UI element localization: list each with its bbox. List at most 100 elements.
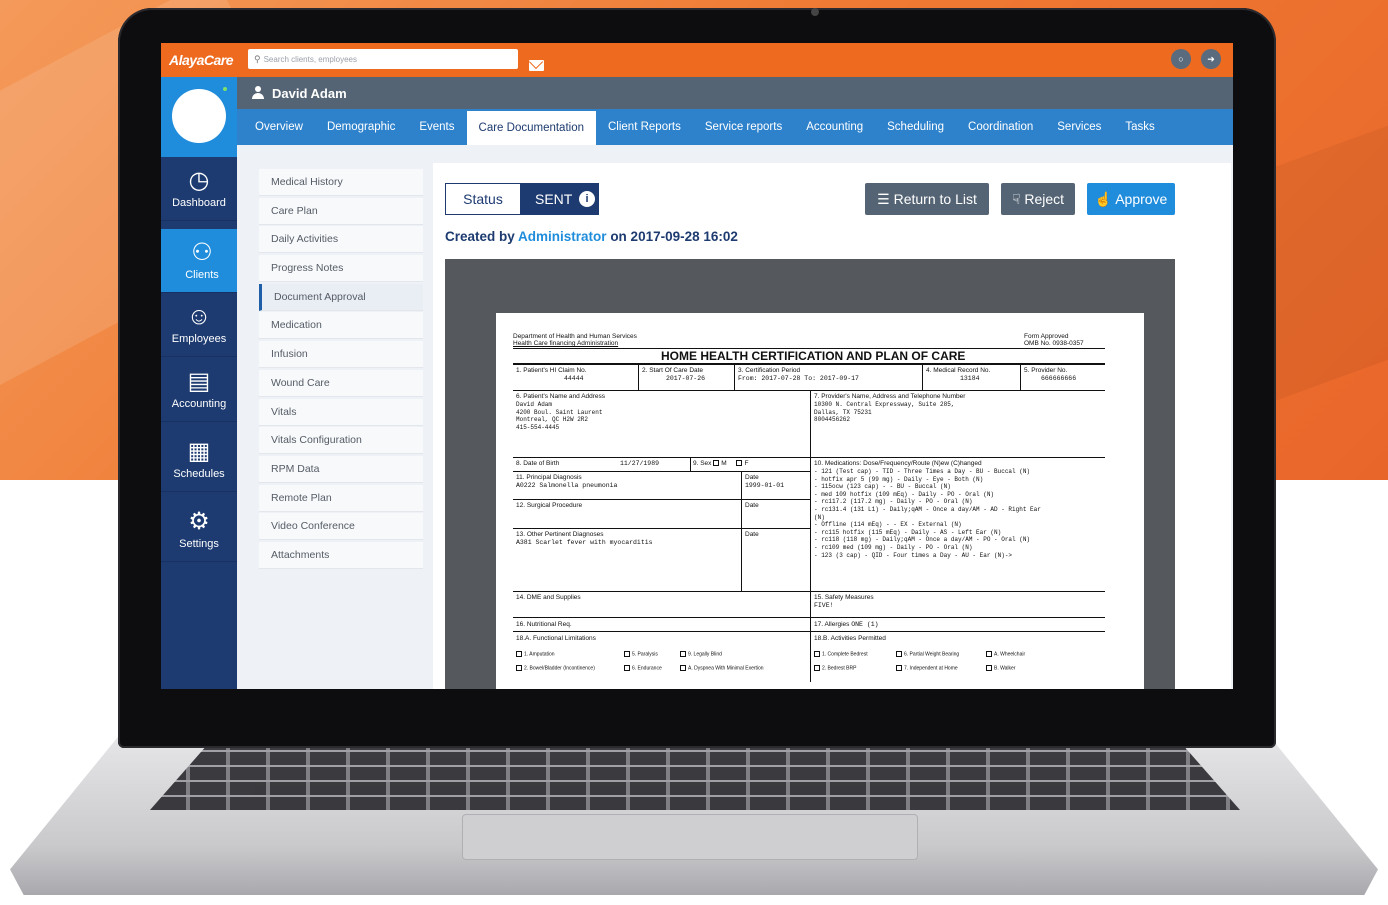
doc-f11-date-label: Date [745, 474, 759, 481]
return-to-list-button[interactable]: ☰ Return to List [865, 183, 989, 215]
submenu-vitals-configuration[interactable]: Vitals Configuration [259, 427, 423, 455]
messages-icon[interactable]: ○ [1171, 49, 1191, 69]
online-status-dot [223, 87, 227, 91]
nav-label: Accounting [171, 398, 227, 410]
submenu-daily-activities[interactable]: Daily Activities [259, 226, 423, 254]
client-header: David Adam [237, 77, 1233, 109]
tab-scheduling[interactable]: Scheduling [875, 109, 956, 145]
document-viewer[interactable]: Department of Health and Human Services … [445, 259, 1175, 689]
doc-f18b-text: 7. Independent at Home [904, 665, 958, 672]
tab-accounting[interactable]: Accounting [794, 109, 875, 145]
approve-label: Approve [1115, 191, 1168, 207]
reject-button[interactable]: ☟ Reject [1001, 183, 1075, 215]
info-icon[interactable]: i [579, 191, 595, 207]
nav-schedules[interactable]: ▦ Schedules [161, 428, 237, 492]
submenu-document-approval[interactable]: Document Approval [259, 283, 423, 311]
doc-rule [513, 499, 810, 500]
doc-f18a-item: 6. Endurance [624, 665, 662, 671]
doc-rule [734, 365, 735, 390]
tab-coordination[interactable]: Coordination [956, 109, 1045, 145]
nav-label: Schedules [173, 468, 225, 480]
checkbox [516, 665, 522, 671]
doc-f9: 9. Sex M F [693, 460, 748, 467]
nav-accounting[interactable]: ▤ Accounting [161, 358, 237, 422]
doc-f9-label: 9. Sex [693, 460, 712, 467]
left-nav: ◷ Dashboard ⚇ Clients ☺ Employees ▤ Acco… [161, 77, 243, 689]
tab-demographic[interactable]: Demographic [315, 109, 407, 145]
dashboard-icon: ◷ [188, 167, 210, 194]
doc-rule [810, 390, 811, 682]
tab-events[interactable]: Events [407, 109, 466, 145]
doc-f6-value: David Adam 4200 Boul. Saint Laurent Mont… [516, 401, 603, 431]
avatar[interactable] [172, 89, 226, 143]
nav-settings[interactable]: ⚙ Settings [161, 498, 237, 562]
doc-f2-label: 2. Start Of Care Date [642, 367, 704, 374]
nav-employees[interactable]: ☺ Employees [161, 293, 237, 357]
doc-rule [1020, 365, 1021, 390]
doc-f14-label: 14. DME and Supplies [516, 594, 581, 601]
doc-rule [922, 365, 923, 390]
doc-f11-label: 11. Principal Diagnosis [516, 474, 582, 481]
doc-rule [513, 631, 1105, 632]
doc-f4-label: 4. Medical Record No. [926, 367, 991, 374]
doc-f7-label: 7. Provider's Name, Address and Telephon… [814, 393, 966, 400]
submenu-infusion[interactable]: Infusion [259, 341, 423, 369]
doc-f15-label: 15. Safety Measures [814, 594, 874, 601]
search-icon: ⚲ [254, 53, 261, 64]
doc-f11-date: 1999-01-01 [745, 482, 785, 489]
submenu-vitals[interactable]: Vitals [259, 398, 423, 426]
checkbox-female [736, 460, 743, 467]
search-input[interactable]: ⚲ Search clients, employees [248, 49, 518, 69]
submenu-rpm-data[interactable]: RPM Data [259, 455, 423, 483]
checkbox [680, 665, 686, 671]
tab-client-reports[interactable]: Client Reports [596, 109, 693, 145]
mail-icon[interactable] [529, 60, 544, 71]
doc-f18b-text: A. Wheelchair [994, 651, 1026, 658]
nav-dashboard[interactable]: ◷ Dashboard [161, 157, 237, 221]
doc-rule [513, 591, 1105, 592]
checkbox [624, 665, 630, 671]
app-logo[interactable]: AlayaCare [169, 52, 234, 68]
doc-f15-value: FIVE! [814, 602, 834, 609]
submenu-progress-notes[interactable]: Progress Notes [259, 255, 423, 283]
doc-f3-value: From: 2017-07-28 To: 2017-09-17 [738, 375, 859, 382]
document-page: Department of Health and Human Services … [496, 313, 1144, 689]
submenu-medication[interactable]: Medication [259, 312, 423, 340]
logout-icon[interactable]: ➜ [1201, 49, 1221, 69]
created-author-link[interactable]: Administrator [518, 229, 607, 244]
tab-care-documentation[interactable]: Care Documentation [466, 111, 596, 145]
submenu-wound-care[interactable]: Wound Care [259, 369, 423, 397]
doc-omb: OMB No. 0938-0357 [1024, 340, 1084, 347]
nav-clients[interactable]: ⚇ Clients [161, 229, 243, 293]
doc-rule [741, 471, 742, 591]
tab-service-reports[interactable]: Service reports [693, 109, 794, 145]
tab-overview[interactable]: Overview [243, 109, 315, 145]
nav-label: Settings [179, 538, 219, 550]
submenu-video-conference[interactable]: Video Conference [259, 513, 423, 541]
app-screen: AlayaCare ⚲ Search clients, employees ○ … [161, 43, 1233, 689]
doc-f17-value: ONE (1) [851, 621, 879, 628]
checkbox [516, 651, 522, 657]
checkbox [986, 665, 992, 671]
tab-tasks[interactable]: Tasks [1113, 109, 1166, 145]
submenu-care-plan[interactable]: Care Plan [259, 197, 423, 225]
employees-icon: ☺ [186, 303, 212, 330]
submenu-medical-history[interactable]: Medical History [259, 169, 423, 196]
list-icon: ☰ [877, 191, 890, 207]
doc-f6-label: 6. Patient's Name and Address [516, 393, 606, 400]
doc-f18b-text: 2. Bedrest BRP [822, 665, 857, 672]
avatar-area [161, 77, 237, 157]
return-label: Return to List [893, 191, 977, 207]
doc-f1-label: 1. Patient's HI Claim No. [516, 367, 587, 374]
clients-icon: ⚇ [191, 239, 213, 266]
client-name: David Adam [272, 85, 347, 101]
tab-services[interactable]: Services [1045, 109, 1113, 145]
doc-f2-value: 2017-07-26 [666, 375, 706, 382]
approve-button[interactable]: ☝ Approve [1087, 183, 1175, 215]
doc-f13-value: A381 Scarlet fever with myocarditis [516, 539, 653, 546]
submenu-remote-plan[interactable]: Remote Plan [259, 484, 423, 512]
submenu-attachments[interactable]: Attachments [259, 541, 423, 569]
doc-f10-value: - 121 (Test cap) - TID - Three Times a D… [814, 468, 1041, 559]
doc-rule [513, 457, 1105, 458]
status-badge[interactable]: SENT i [521, 183, 599, 215]
